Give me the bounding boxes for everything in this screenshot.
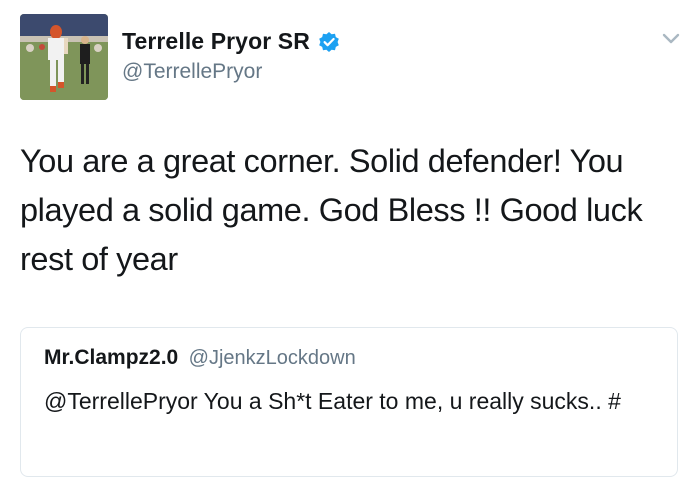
chevron-down-icon[interactable] xyxy=(662,32,680,46)
quoted-tweet-text: @TerrellePryor You a Sh*t Eater to me, u… xyxy=(44,388,621,414)
verified-badge-icon xyxy=(318,31,340,53)
quoted-tweet-header: Mr.Clampz2.0 @JjenkzLockdown xyxy=(44,346,356,370)
author-name-row[interactable]: Terrelle Pryor SR xyxy=(122,28,340,55)
player-photo-avatar-icon xyxy=(20,14,108,100)
quoted-tweet-card[interactable]: Mr.Clampz2.0 @JjenkzLockdown @TerrellePr… xyxy=(20,327,678,477)
avatar[interactable] xyxy=(20,14,108,100)
tweet-text: You are a great corner. Solid defender! … xyxy=(20,143,643,277)
author-display-name[interactable]: Terrelle Pryor SR xyxy=(122,28,310,55)
quoted-author-handle: @JjenkzLockdown xyxy=(188,347,356,369)
quoted-author-display-name: Mr.Clampz2.0 xyxy=(44,346,179,369)
author-handle[interactable]: @TerrellePryor xyxy=(122,60,262,84)
